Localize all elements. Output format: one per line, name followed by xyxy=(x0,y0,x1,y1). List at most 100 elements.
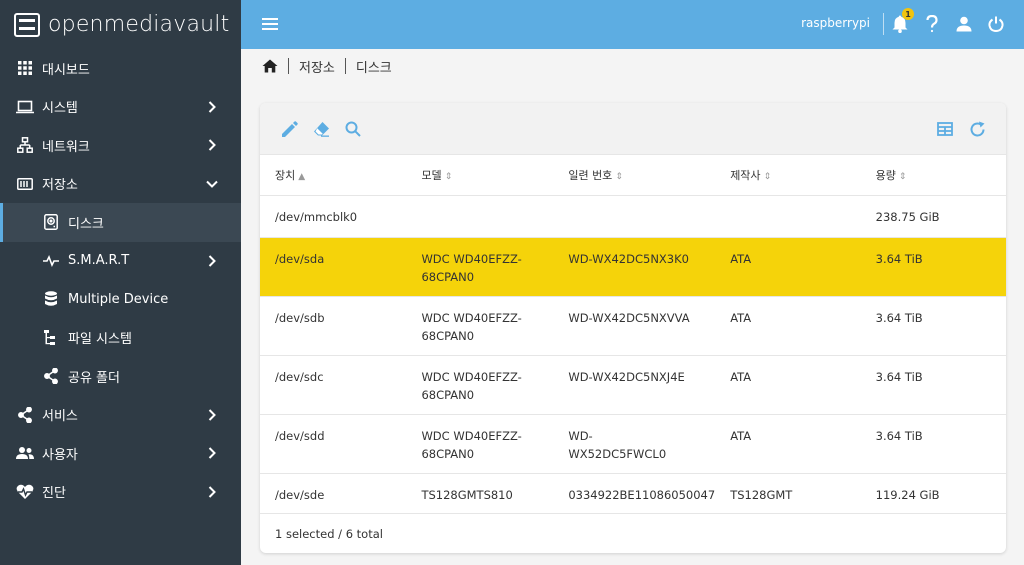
top-header: raspberrypi 1 xyxy=(241,0,1024,49)
table-row[interactable]: /dev/sdb WDC WD40EFZZ- 68CPAN0 WD-WX42DC5… xyxy=(260,296,1006,356)
sidebar-item-file-systems[interactable]: 파일 시스템 xyxy=(0,319,241,358)
cell-serial: WD- WX52DC5FWCL0 xyxy=(553,414,716,474)
sidebar-item-label: 시스템 xyxy=(42,101,78,117)
search-button[interactable] xyxy=(344,120,362,138)
table-header-row: 장치 ▲ 모델 ⇕ 일련 번호 ⇕ 제작사 ⇕ 용량 ⇕ xyxy=(260,155,1006,196)
chevron-right-icon xyxy=(205,254,219,268)
sort-icon: ⇕ xyxy=(444,171,453,182)
cell-device: /dev/sda xyxy=(260,237,407,297)
table-toolbar xyxy=(260,103,1006,155)
sidebar-item-label: 저장소 xyxy=(42,178,78,194)
cell-capacity: 3.64 TiB xyxy=(860,355,1006,415)
sort-icon: ⇕ xyxy=(615,171,623,182)
power-icon xyxy=(988,16,1004,32)
sidebar-item-diagnostics[interactable]: 진단 xyxy=(0,473,241,512)
cell-vendor: TS128GMT xyxy=(715,473,861,514)
eraser-icon xyxy=(313,122,329,137)
cell-model: TS128GMTS810 xyxy=(406,473,554,514)
sidebar-nav: 대시보드 시스템 네트워크 저장소 디스크 S.M.A.R.T Multiple… xyxy=(0,49,241,511)
table-row[interactable]: /dev/mmcblk0 238.75 GiB xyxy=(260,195,1006,238)
header-divider xyxy=(883,13,884,35)
breadcrumb: 저장소 디스크 xyxy=(262,56,392,76)
chevron-right-icon xyxy=(205,446,219,460)
power-button[interactable] xyxy=(986,14,1006,34)
column-header-model[interactable]: 모델 ⇕ xyxy=(406,155,554,196)
sidebar-item-network[interactable]: 네트워크 xyxy=(0,126,241,165)
cell-serial: WD-WX42DC5NX3K0 xyxy=(553,237,716,297)
sidebar-item-disks[interactable]: 디스크 xyxy=(0,203,241,242)
user-menu-button[interactable] xyxy=(954,14,974,34)
help-button[interactable] xyxy=(922,14,942,34)
storage-icon xyxy=(16,175,34,193)
sidebar-item-label: 공유 폴더 xyxy=(68,370,120,386)
sidebar-item-multiple-device[interactable]: Multiple Device xyxy=(0,280,241,319)
cell-model: WDC WD40EFZZ- 68CPAN0 xyxy=(406,296,554,356)
logo-icon xyxy=(14,12,40,37)
wipe-button[interactable] xyxy=(312,120,330,138)
notifications-button[interactable]: 1 xyxy=(890,8,914,34)
cell-serial: WD-WX42DC5NXJ4E xyxy=(553,355,716,415)
sidebar-item-dashboard[interactable]: 대시보드 xyxy=(0,49,241,88)
pencil-icon xyxy=(281,120,298,137)
disk-icon xyxy=(42,213,60,231)
question-icon xyxy=(926,15,938,33)
brand[interactable]: openmediavault xyxy=(0,0,241,49)
table-columns-icon xyxy=(937,122,953,136)
breadcrumb-separator xyxy=(344,58,346,74)
chevron-right-icon xyxy=(205,485,219,499)
user-icon xyxy=(956,16,972,32)
cell-serial: 0334922BE11086050047 xyxy=(553,473,716,514)
cell-serial: WD-WX42DC5NXVVA xyxy=(553,296,716,356)
cell-capacity: 3.64 TiB xyxy=(860,237,1006,297)
users-icon xyxy=(16,444,34,462)
hamburger-menu-icon[interactable] xyxy=(261,15,279,33)
sidebar-item-label: 서비스 xyxy=(42,409,78,425)
sidebar-item-storage[interactable]: 저장소 xyxy=(0,165,241,204)
breadcrumb-disks: 디스크 xyxy=(355,60,392,76)
column-header-vendor[interactable]: 제작사 ⇕ xyxy=(715,155,861,196)
sidebar-item-label: 디스크 xyxy=(68,216,104,232)
table-row[interactable]: /dev/sde TS128GMTS810 0334922BE110860500… xyxy=(260,473,1006,514)
sidebar-item-label: S.M.A.R.T xyxy=(68,253,130,269)
sidebar-item-system[interactable]: 시스템 xyxy=(0,88,241,127)
column-header-serial[interactable]: 일련 번호 ⇕ xyxy=(553,155,716,196)
column-settings-button[interactable] xyxy=(936,120,954,138)
refresh-button[interactable] xyxy=(968,120,986,138)
edit-button[interactable] xyxy=(280,120,298,138)
chevron-right-icon xyxy=(205,100,219,114)
notification-badge: 1 xyxy=(902,8,914,20)
cell-vendor: ATA xyxy=(715,355,861,415)
sort-ascending-icon: ▲ xyxy=(298,171,306,182)
cell-serial xyxy=(553,195,716,238)
table-row[interactable]: /dev/sdc WDC WD40EFZZ- 68CPAN0 WD-WX42DC5… xyxy=(260,355,1006,415)
disks-card: 장치 ▲ 모델 ⇕ 일련 번호 ⇕ 제작사 ⇕ 용량 ⇕ /dev/mmcblk0 238… xyxy=(260,103,1006,553)
table-row-selected[interactable]: /dev/sda WDC WD40EFZZ- 68CPAN0 WD-WX42DC5… xyxy=(260,237,1006,297)
column-header-device[interactable]: 장치 ▲ xyxy=(260,155,407,196)
sidebar-item-services[interactable]: 서비스 xyxy=(0,396,241,435)
sidebar-item-users[interactable]: 사용자 xyxy=(0,434,241,473)
chevron-down-icon xyxy=(205,177,219,191)
pulse-icon xyxy=(42,252,60,270)
share-icon xyxy=(42,367,60,385)
cell-vendor: ATA xyxy=(715,414,861,474)
chevron-right-icon xyxy=(205,138,219,152)
search-icon xyxy=(345,121,361,137)
sidebar-item-shared-folders[interactable]: 공유 폴더 xyxy=(0,357,241,396)
dashboard-icon xyxy=(16,59,34,77)
cell-vendor: ATA xyxy=(715,237,861,297)
share-icon xyxy=(16,406,34,424)
table-row[interactable]: /dev/sdd WDC WD40EFZZ- 68CPAN0 WD- WX52DC5… xyxy=(260,414,1006,474)
home-icon[interactable] xyxy=(262,58,278,74)
sidebar-item-label: 네트워크 xyxy=(42,139,90,155)
sidebar-item-smart[interactable]: S.M.A.R.T xyxy=(0,242,241,281)
column-header-capacity[interactable]: 용량 ⇕ xyxy=(860,155,1006,196)
cell-device: /dev/mmcblk0 xyxy=(260,195,407,238)
database-icon xyxy=(42,290,60,308)
cell-vendor: ATA xyxy=(715,296,861,356)
cell-model xyxy=(406,195,554,238)
tree-icon xyxy=(42,329,60,347)
cell-model: WDC WD40EFZZ- 68CPAN0 xyxy=(406,414,554,474)
breadcrumb-separator xyxy=(288,58,289,74)
breadcrumb-storage[interactable]: 저장소 xyxy=(299,57,335,76)
network-icon xyxy=(16,136,34,154)
